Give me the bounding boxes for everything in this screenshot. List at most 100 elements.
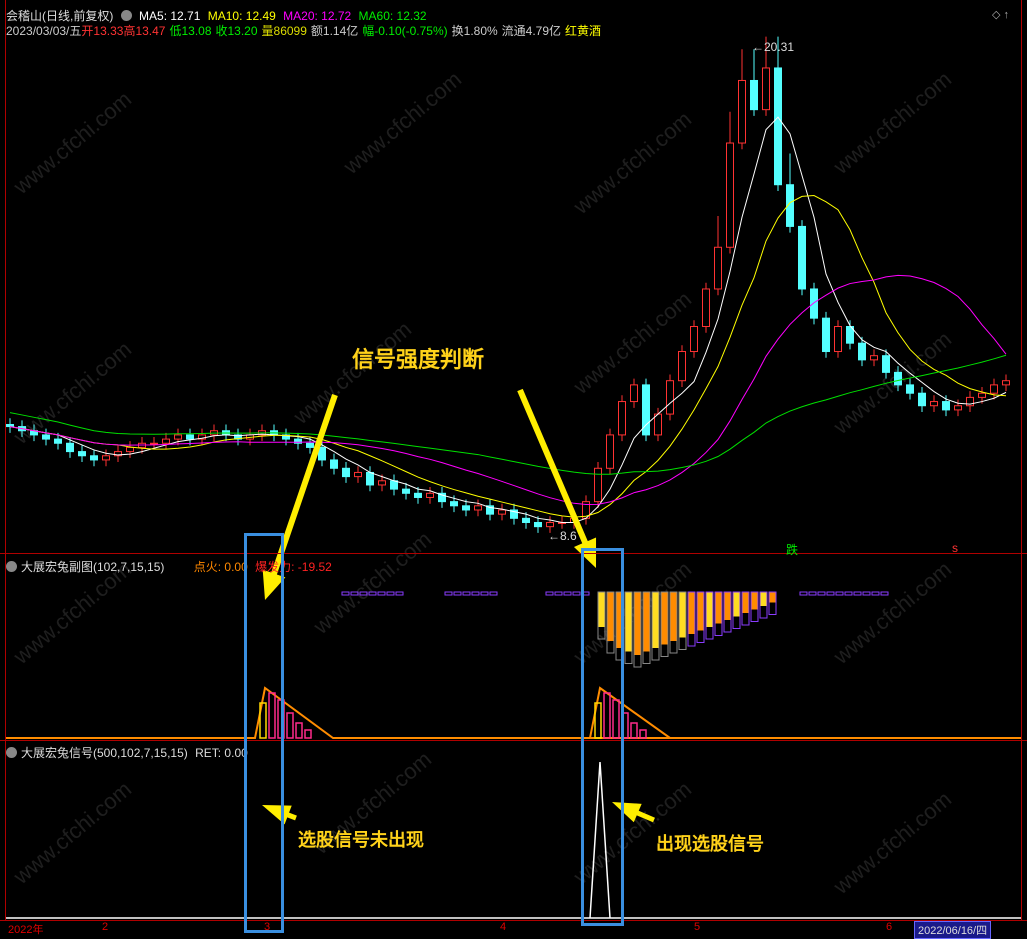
ma60-line — [9, 354, 1007, 475]
candle — [798, 225, 806, 290]
time-axis: 2022年 2 3 4 5 6 2022/06/16/四 — [0, 921, 1027, 939]
indicator-box — [453, 591, 462, 596]
annotation-not-appear: 选股信号未出现 — [298, 830, 424, 851]
candle — [618, 401, 626, 436]
indicator-box — [341, 591, 350, 596]
indicator-box — [554, 591, 563, 596]
ma20-line — [9, 274, 1007, 506]
axis-label: 4 — [500, 921, 507, 933]
ignite-bar — [295, 722, 303, 739]
indicator-bar — [724, 592, 731, 620]
indicator-box — [359, 591, 368, 596]
annotation-strength: 信号强度判断 — [352, 348, 485, 373]
sector[interactable]: 红黄酒 — [565, 24, 601, 38]
candle — [330, 459, 338, 469]
candle — [630, 384, 638, 403]
candle — [534, 521, 542, 528]
candle — [366, 471, 374, 486]
ignite-bar — [286, 712, 294, 739]
ignite-value: 点火: 0.00 — [193, 560, 248, 574]
candle — [594, 467, 602, 503]
sub1-title[interactable]: 大展宏兔副图(102,7,15,15) — [21, 560, 164, 574]
high-price-value: 20.31 — [764, 40, 795, 54]
indicator-bar — [769, 592, 776, 603]
indicator-bar — [643, 592, 650, 652]
candle — [906, 384, 914, 394]
candle — [738, 79, 746, 144]
candle — [54, 438, 62, 444]
highlight-box-left — [244, 533, 284, 933]
indicator-box — [377, 591, 386, 596]
candle — [66, 442, 74, 453]
candle — [954, 405, 962, 411]
candle — [354, 471, 362, 478]
candle — [714, 246, 722, 290]
indicator-box — [489, 591, 498, 596]
indicator-box — [368, 591, 377, 596]
low: 低13.08 — [169, 24, 212, 38]
axis-label: 2 — [102, 921, 109, 933]
candle — [6, 423, 14, 428]
candle — [414, 492, 422, 498]
indicator-box — [572, 591, 581, 596]
left-border — [5, 0, 6, 920]
candle — [894, 371, 902, 386]
ma20-value: MA20: 12.72 — [283, 9, 352, 23]
candle — [306, 442, 314, 448]
quote-line: 2023/03/03/五开13.33高13.47 低13.08 收13.20 量860… — [6, 22, 605, 39]
candle — [882, 355, 890, 373]
stock-name[interactable]: 会稽山 — [6, 9, 42, 23]
indicator-box — [563, 591, 572, 596]
indicator-box — [817, 591, 826, 596]
indicator-box — [395, 591, 404, 596]
candle — [42, 434, 50, 440]
kline-chart[interactable] — [0, 0, 1027, 934]
dropdown-icon[interactable] — [6, 561, 17, 572]
candle — [654, 413, 662, 436]
candle — [390, 480, 398, 490]
sub2-header: 大展宏兔信号(500,102,7,15,15) RET: 0.00 — [6, 744, 252, 761]
candle — [606, 434, 614, 469]
dropdown-icon[interactable] — [120, 10, 132, 21]
indicator-bar — [706, 592, 713, 627]
indicator-bar — [670, 592, 677, 641]
sub2-title[interactable]: 大展宏兔信号(500,102,7,15,15) — [21, 746, 188, 760]
candle — [942, 401, 950, 411]
indicator-bar — [652, 592, 659, 648]
high: 高13.47 — [123, 24, 166, 38]
volume: 量86099 — [261, 24, 307, 38]
axis-label: 2022年 — [8, 924, 44, 936]
indicator-box — [480, 591, 489, 596]
candle — [822, 317, 830, 353]
candle — [78, 451, 86, 457]
ma60-value: MA60: 12.32 — [358, 9, 427, 23]
indicator-bar — [733, 592, 740, 617]
indicator-bar — [742, 592, 749, 613]
candle — [810, 288, 818, 319]
indicator-box — [386, 591, 395, 596]
adjust-mode[interactable]: (日线,前复权) — [42, 9, 113, 23]
change: 幅-0.10(-0.75%) — [362, 24, 448, 38]
candle — [126, 446, 134, 453]
candle — [834, 326, 842, 353]
candle — [522, 517, 530, 523]
indicator-box — [799, 591, 808, 596]
diamond-icon[interactable]: ◇ ↑ — [992, 8, 1009, 21]
ignite-bar — [304, 729, 312, 739]
candle — [342, 467, 350, 478]
open: 开13.33 — [81, 24, 124, 38]
indicator-box — [862, 591, 871, 596]
candle — [978, 392, 986, 398]
indicator-bar — [688, 592, 695, 634]
dropdown-icon[interactable] — [6, 747, 17, 758]
candle — [678, 351, 686, 382]
candle — [774, 67, 782, 186]
indicator-bar — [679, 592, 686, 638]
high-price-label: ←20.31 — [752, 40, 795, 54]
indicator-box — [844, 591, 853, 596]
candle — [930, 401, 938, 407]
candle — [870, 355, 878, 361]
candle — [1002, 380, 1010, 386]
indicator-box — [880, 591, 889, 596]
candle — [102, 455, 110, 461]
